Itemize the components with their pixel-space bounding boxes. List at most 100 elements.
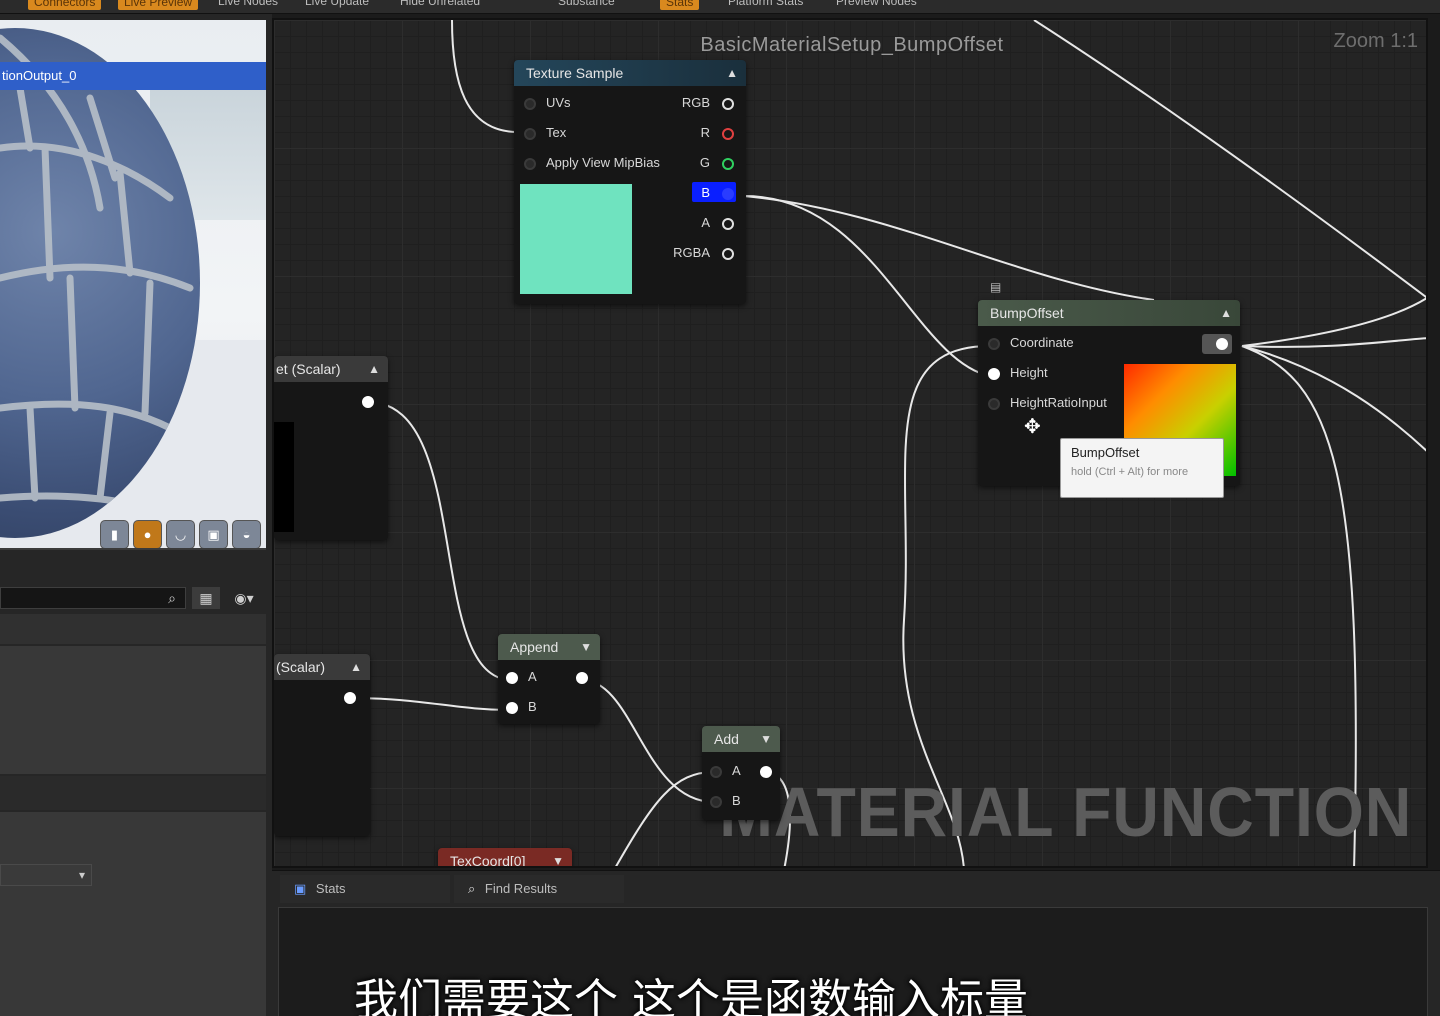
append-node[interactable]: Append ▼ A B (498, 634, 600, 724)
node-title: BumpOffset (990, 305, 1064, 321)
toolbar-live-update-button[interactable]: Live Update (305, 0, 369, 8)
tex-input-pin[interactable] (524, 128, 536, 140)
details-section-1 (0, 614, 266, 644)
material-graph-canvas[interactable]: BasicMaterialSetup_BumpOffset Zoom 1:1 M… (272, 18, 1428, 868)
append-b-label: B (528, 699, 537, 714)
a-output-label: A (701, 215, 710, 230)
tab-find-results-label: Find Results (484, 881, 558, 896)
preview-plane-button[interactable]: ◡ (166, 520, 195, 548)
tooltip-title: BumpOffset (1071, 445, 1140, 460)
coordinate-input-pin[interactable] (988, 338, 1000, 350)
append-node-header[interactable]: Append ▼ (498, 634, 600, 660)
add-node[interactable]: Add ▼ A B (702, 726, 780, 820)
tab-stats[interactable]: ▣ Stats (280, 875, 450, 903)
rgb-output-pin[interactable] (722, 98, 734, 110)
texcoord-node-header[interactable]: TexCoord[0] ▼ (438, 848, 572, 868)
comment-bubble-icon[interactable]: ▤ (990, 280, 1001, 294)
preview-viewport[interactable]: tionOutput_0 ▮ ● ◡ ▣ ◒ (0, 20, 266, 550)
material-function-watermark: MATERIAL FUNCTION (719, 773, 1412, 851)
toolbar-stats-button[interactable]: Stats (660, 0, 700, 10)
append-b-input-pin[interactable] (506, 702, 518, 714)
tab-stats-label: Stats (315, 881, 346, 896)
scalar-preview (274, 422, 294, 532)
toolbar-preview-nodes-button[interactable]: Preview Nodes (836, 0, 917, 8)
add-output-pin[interactable] (760, 766, 772, 778)
height-ratio-input-pin[interactable] (988, 398, 1000, 410)
chevron-down-icon[interactable]: ▼ (552, 848, 564, 866)
collapse-arrow-icon[interactable]: ▲ (726, 60, 738, 86)
node-title: Add (714, 731, 739, 747)
texcoord-node[interactable]: TexCoord[0] ▼ (438, 848, 572, 868)
b-output-pin[interactable] (722, 188, 734, 200)
collapse-arrow-icon[interactable]: ▲ (1220, 300, 1232, 326)
node-title: TexCoord[0] (450, 853, 526, 868)
mipbias-input-label: Apply View MipBias (546, 155, 660, 170)
stats-icon: ▣ (294, 881, 307, 896)
append-a-input-pin[interactable] (506, 672, 518, 684)
texture-preview-thumbnail (520, 184, 632, 294)
sphere-icon: ● (143, 527, 152, 542)
g-output-label: G (699, 155, 710, 170)
texture-sample-node[interactable]: Texture Sample ▲ UVs Tex Apply View MipB… (514, 60, 746, 304)
preview-cylinder-button[interactable]: ▮ (100, 520, 129, 548)
function-input-scalar-node[interactable]: et (Scalar) ▲ (274, 356, 388, 540)
height-ratio-input-label: HeightRatioInput (1010, 395, 1107, 410)
node-wires (349, 20, 1426, 866)
collapse-arrow-icon[interactable]: ▲ (368, 356, 380, 382)
search-icon[interactable]: ⌕ (160, 587, 184, 609)
height-input-pin[interactable] (988, 368, 1000, 380)
toolbar-substance-button[interactable]: Substance (558, 0, 615, 8)
toolbar-platform-stats-button[interactable]: Platform Stats (728, 0, 803, 8)
toolbar-live-preview-button[interactable]: Live Preview (118, 0, 199, 10)
scalar-node-header[interactable]: et (Scalar) ▲ (274, 356, 388, 382)
append-a-label: A (528, 669, 537, 684)
height-input-label: Height (1010, 365, 1048, 380)
tex-input-label: Tex (546, 125, 567, 140)
preview-sphere-button[interactable]: ● (133, 520, 162, 548)
uvs-input-pin[interactable] (524, 98, 536, 110)
add-b-input-pin[interactable] (710, 796, 722, 808)
texture-sample-header[interactable]: Texture Sample ▲ (514, 60, 746, 86)
find-results-icon: ⌕ (468, 881, 476, 896)
cube-icon: ▣ (207, 527, 220, 542)
append-output-pin[interactable] (576, 672, 588, 684)
toolbar-live-nodes-button[interactable]: Live Nodes (218, 0, 278, 8)
tab-find-results[interactable]: ⌕ Find Results (454, 875, 624, 903)
chevron-down-icon[interactable]: ▼ (580, 634, 592, 660)
bump-offset-output-pin[interactable] (1216, 338, 1228, 350)
g-output-pin[interactable] (722, 158, 734, 170)
details-section-2 (0, 646, 266, 774)
add-b-label: B (732, 793, 741, 808)
collapse-arrow-icon[interactable]: ▲ (350, 654, 362, 680)
node-title: Append (510, 639, 559, 655)
zoom-level: Zoom 1:1 (1333, 30, 1418, 52)
toolbar-hide-unrelated-button[interactable]: Hide Unrelated (400, 0, 480, 8)
b-output-label: B (701, 185, 710, 200)
details-search-input[interactable] (0, 587, 186, 609)
graph-title: BasicMaterialSetup_BumpOffset (700, 34, 1004, 56)
scalar-node-header[interactable]: (Scalar) ▲ (274, 654, 370, 680)
preview-cube-button[interactable]: ▣ (199, 520, 228, 548)
eye-visibility-icon[interactable]: ◉▾ (224, 587, 264, 609)
rgba-output-pin[interactable] (722, 248, 734, 260)
r-output-pin[interactable] (722, 128, 734, 140)
a-output-pin[interactable] (722, 218, 734, 230)
chevron-down-icon: ▾ (78, 868, 85, 882)
toolbar-connectors-button[interactable]: Connectors (28, 0, 102, 10)
chevron-down-icon[interactable]: ▼ (760, 726, 772, 752)
function-input-scalar-node-2[interactable]: (Scalar) ▲ (274, 654, 370, 836)
grid-view-icon[interactable]: ▦ (192, 587, 220, 609)
details-dropdown[interactable]: ▾ (0, 864, 92, 886)
node-title: Texture Sample (526, 65, 624, 81)
scalar-output-pin[interactable] (362, 396, 374, 408)
bump-offset-header[interactable]: BumpOffset ▲ (978, 300, 1240, 326)
left-panel: tionOutput_0 ▮ ● ◡ ▣ ◒ ⌕ ▦ ◉▾ ▾ (0, 14, 272, 1016)
teapot-icon: ◒ (242, 527, 251, 542)
scalar-output-pin[interactable] (344, 692, 356, 704)
mipbias-input-pin[interactable] (524, 158, 536, 170)
node-title: (Scalar) (276, 659, 326, 675)
add-node-header[interactable]: Add ▼ (702, 726, 780, 752)
add-a-input-pin[interactable] (710, 766, 722, 778)
preview-teapot-button[interactable]: ◒ (232, 520, 261, 548)
node-title: et (Scalar) (276, 361, 341, 377)
